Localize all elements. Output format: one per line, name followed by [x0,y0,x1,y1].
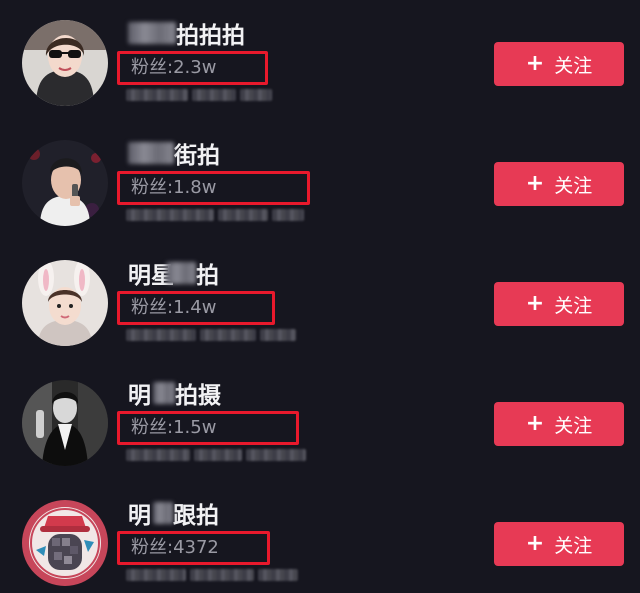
account-description [126,569,298,583]
account-name[interactable]: 街拍 [128,138,220,169]
list-item[interactable]: 明 拍摄 粉丝:1.5w + 关注 [0,360,640,480]
fans-count: 粉丝:1.5w [131,417,217,438]
plus-icon: + [525,531,545,556]
follow-button[interactable]: + 关注 [494,42,624,86]
avatar[interactable] [22,500,108,586]
avatar[interactable] [22,380,108,466]
avatar-image [22,20,108,106]
follow-label: 关注 [554,174,593,197]
account-name-text: 拍拍拍 [176,23,245,49]
follow-button[interactable]: + 关注 [494,402,624,446]
follow-label: 关注 [554,54,593,77]
account-name-end: 拍 [196,263,219,289]
account-name[interactable]: 拍拍拍 [128,18,245,49]
follow-label: 关注 [554,414,593,437]
account-description [126,209,304,223]
avatar-image [22,260,108,346]
fans-count: 粉丝:4372 [131,537,219,558]
list-item[interactable]: 明 跟拍 粉丝:4372 + 关注 [0,480,640,593]
account-name-end: 跟拍 [173,503,219,529]
hidden-name-segment [153,502,173,524]
account-name-end: 拍摄 [175,383,221,409]
hidden-name-segment [128,142,174,164]
account-name-text: 街拍 [174,143,220,169]
follow-label: 关注 [554,534,593,557]
account-list: 拍拍拍 粉丝:2.3w + 关注 街拍 粉丝:1.8w + 关注 明星 拍 粉丝… [0,0,640,593]
plus-icon: + [525,411,545,436]
plus-icon: + [525,291,545,316]
avatar-image [22,140,108,226]
avatar[interactable] [22,260,108,346]
account-description [126,449,306,463]
follow-button[interactable]: + 关注 [494,522,624,566]
hidden-name-segment [153,382,175,404]
plus-icon: + [525,51,545,76]
account-name[interactable]: 明 拍摄 [128,378,221,409]
hidden-name-segment [128,22,176,44]
list-item[interactable]: 拍拍拍 粉丝:2.3w + 关注 [0,0,640,120]
avatar[interactable] [22,20,108,106]
account-name-text: 明 [128,503,151,529]
account-name[interactable]: 明星 拍 [128,258,219,289]
hidden-name-segment [166,262,196,284]
follow-label: 关注 [554,294,593,317]
list-item[interactable]: 明星 拍 粉丝:1.4w + 关注 [0,240,640,360]
account-description [126,329,296,343]
list-item[interactable]: 街拍 粉丝:1.8w + 关注 [0,120,640,240]
account-description [126,89,272,103]
account-name-text: 明 [128,383,151,409]
fans-count: 粉丝:1.4w [131,297,217,318]
follow-button[interactable]: + 关注 [494,282,624,326]
fans-count: 粉丝:1.8w [131,177,217,198]
avatar-image [22,500,108,586]
account-name[interactable]: 明 跟拍 [128,498,219,529]
plus-icon: + [525,171,545,196]
follow-button[interactable]: + 关注 [494,162,624,206]
avatar-image [22,380,108,466]
fans-count: 粉丝:2.3w [131,57,217,78]
avatar[interactable] [22,140,108,226]
